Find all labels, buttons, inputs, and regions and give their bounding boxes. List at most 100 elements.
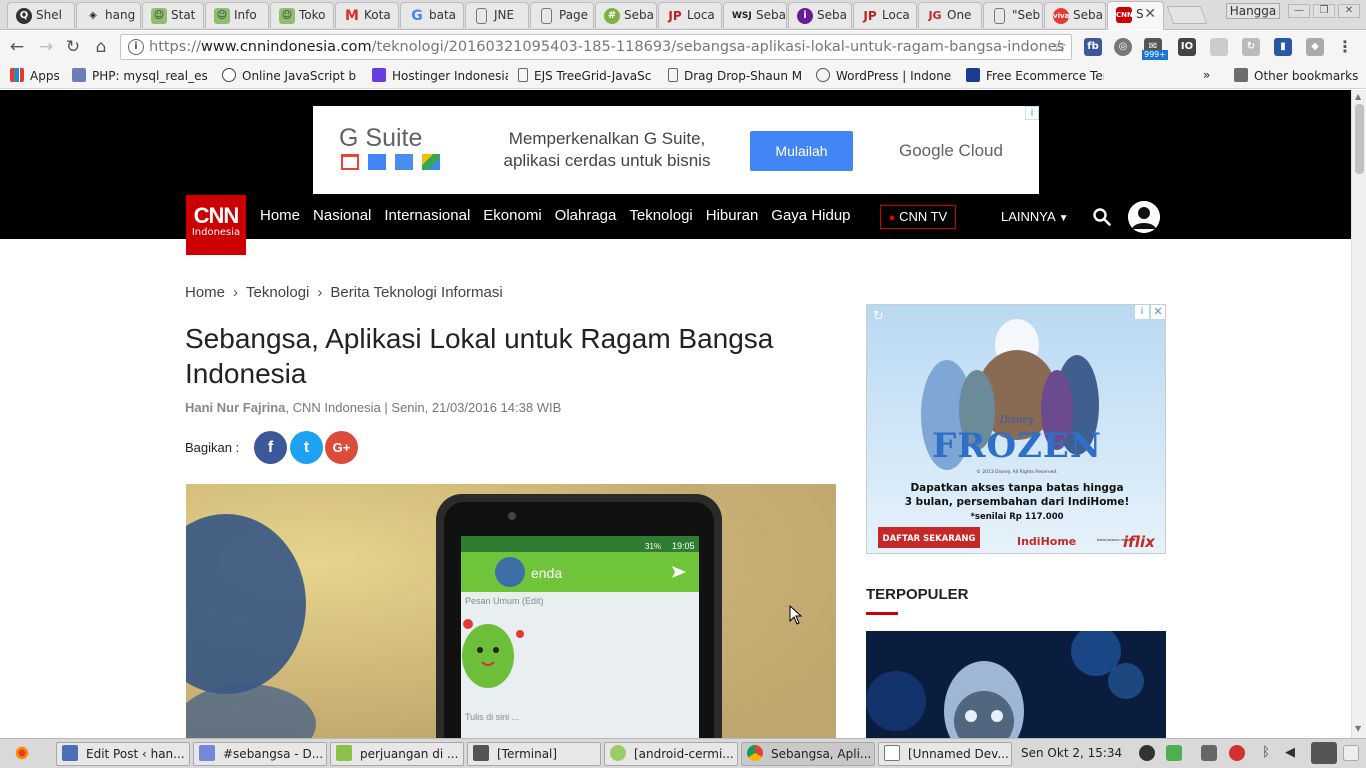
nav-item-olahraga[interactable]: Olahraga	[555, 207, 617, 224]
side-banner-ad[interactable]: Disney FROZEN © 2013 Disney. All Rights …	[866, 304, 1166, 554]
site-info-icon[interactable]: i	[128, 39, 144, 55]
google-plus-share-button[interactable]: G+	[325, 431, 358, 464]
nav-item-teknologi[interactable]: Teknologi	[629, 207, 692, 224]
back-arrow-icon[interactable]: ←	[7, 37, 27, 57]
browser-tab-10[interactable]: # Seba	[595, 2, 657, 28]
ad-cta-button[interactable]: Mulailah	[750, 131, 853, 171]
ad-close-icon[interactable]: ✕	[1151, 305, 1165, 319]
browser-tab-14[interactable]: JP Loca	[853, 2, 917, 28]
nav-item-home[interactable]: Home	[260, 207, 300, 224]
task-perjuangan[interactable]: perjuangan di ...	[330, 742, 464, 766]
shield-extension-icon[interactable]: ◆	[1306, 38, 1324, 56]
browser-tab-17[interactable]: viva Seba	[1044, 2, 1106, 28]
browser-tab-4[interactable]: ☺ Info	[205, 2, 269, 28]
menu-kebab-icon[interactable]: ⋮	[1336, 38, 1354, 56]
browser-tab-6[interactable]: M Kota	[335, 2, 399, 28]
bookmarks-more-button[interactable]: »	[1203, 68, 1217, 84]
page-scrollbar[interactable]: ▲ ▼	[1351, 90, 1366, 738]
discord-tray-icon[interactable]	[1201, 745, 1217, 761]
nav-item-gaya-hidup[interactable]: Gaya Hidup	[771, 207, 850, 224]
cnn-tv-button[interactable]: ● CNN TV	[880, 205, 956, 229]
bookmark-star-icon[interactable]: ☆	[1052, 35, 1067, 59]
nav-item-ekonomi[interactable]: Ekonomi	[483, 207, 541, 224]
ad-info-icon[interactable]: i	[1025, 106, 1039, 120]
maximize-icon[interactable]: ❐	[1313, 4, 1335, 18]
breadcrumb-teknologi[interactable]: Teknologi	[246, 284, 309, 301]
popular-article-image[interactable]	[866, 631, 1166, 738]
task-unnamed-dev[interactable]: [Unnamed Dev...	[878, 742, 1012, 766]
browser-tab-11[interactable]: JP Loca	[658, 2, 722, 28]
browser-tab-9[interactable]: Page	[530, 2, 594, 28]
task-discord[interactable]: #sebangsa - D...	[193, 742, 327, 766]
bookmark-js-beautifier[interactable]: Online JavaScript be	[222, 68, 356, 84]
bookmark-drag-drop[interactable]: Drag Drop-Shaun Mc	[668, 68, 802, 84]
author-name[interactable]: Hani Nur Fajrina	[185, 400, 285, 415]
task-android-mirror[interactable]: [android-cermi...	[604, 742, 738, 766]
close-tab-icon[interactable]: ✕	[1144, 6, 1156, 22]
bookmark-ejs-treegrid[interactable]: EJS TreeGrid-JavaScr	[518, 68, 652, 84]
reload-icon[interactable]: ↻	[63, 37, 83, 57]
globe-extension-icon[interactable]: ◎	[1114, 38, 1132, 56]
system-monitor-icon[interactable]	[1166, 745, 1182, 761]
other-bookmarks[interactable]: Other bookmarks	[1234, 68, 1359, 84]
bookmark-wordpress[interactable]: WordPress | Indones	[816, 68, 952, 84]
browser-tab-7[interactable]: G bata	[400, 2, 464, 28]
browser-tab-active[interactable]: CNN S ✕	[1107, 1, 1164, 30]
nav-item-nasional[interactable]: Nasional	[313, 207, 371, 224]
show-desktop-icon[interactable]	[1343, 745, 1359, 761]
close-window-icon[interactable]: ✕	[1338, 4, 1360, 18]
browser-tab-13[interactable]: i Seba	[788, 2, 852, 28]
user-account-icon[interactable]	[1128, 201, 1160, 233]
io-extension-icon[interactable]: IO	[1178, 38, 1196, 56]
nav-item-internasional[interactable]: Internasional	[384, 207, 470, 224]
cnn-logo[interactable]: CNN Indonesia	[186, 195, 246, 255]
ad-replay-icon[interactable]: ↻	[873, 309, 884, 324]
more-menu-button[interactable]: LAINNYA ▼	[1001, 209, 1068, 224]
facebook-share-button[interactable]: f	[254, 431, 287, 464]
refresh-extension-icon[interactable]: ↻	[1242, 38, 1260, 56]
top-banner-ad[interactable]: G Suite Memperkenalkan G Suite, aplikasi…	[313, 106, 1039, 194]
browser-tab-16[interactable]: "Seb	[983, 2, 1043, 28]
task-chrome-active[interactable]: Sebangsa, Apli...	[741, 742, 875, 766]
browser-tab-12[interactable]: WSJ Seba	[723, 2, 787, 28]
new-tab-button[interactable]	[1166, 6, 1208, 24]
ad-info-icon[interactable]: i	[1135, 305, 1149, 319]
browser-tab-15[interactable]: JG One	[918, 2, 982, 28]
facebook-extension-icon[interactable]: fb	[1084, 38, 1102, 56]
bookmark-hostinger[interactable]: Hostinger Indonesia	[372, 68, 508, 84]
color-picker-icon[interactable]	[1311, 742, 1337, 764]
gray-extension-icon[interactable]	[1210, 38, 1228, 56]
profile-button[interactable]: Hangga	[1226, 3, 1280, 19]
nav-item-hiburan[interactable]: Hiburan	[706, 207, 759, 224]
twitter-share-button[interactable]: t	[290, 431, 323, 464]
bookmark-apps[interactable]: Apps	[10, 68, 70, 84]
bookmark-php[interactable]: PHP: mysql_real_esc	[72, 68, 208, 84]
breadcrumb-berita[interactable]: Berita Teknologi Informasi	[330, 284, 502, 301]
bluetooth-icon[interactable]: ᛒ	[1258, 745, 1274, 761]
browser-tab-3[interactable]: ☺ Stat	[142, 2, 204, 28]
search-icon[interactable]	[1093, 208, 1111, 226]
start-menu-icon[interactable]	[14, 745, 30, 761]
volume-icon[interactable]: ◀	[1282, 745, 1298, 761]
browser-tab-1[interactable]: Q Shel	[7, 2, 75, 28]
home-icon[interactable]: ⌂	[91, 37, 111, 57]
bookmark-extension-icon[interactable]: ▮	[1274, 38, 1292, 56]
scroll-up-icon[interactable]: ▲	[1355, 92, 1361, 101]
scrollbar-thumb[interactable]	[1355, 104, 1364, 174]
task-edit-post[interactable]: Edit Post ‹ han...	[56, 742, 190, 766]
forward-arrow-icon[interactable]: →	[36, 37, 56, 57]
browser-tab-8[interactable]: JNE	[465, 2, 529, 28]
scroll-down-icon[interactable]: ▼	[1355, 724, 1361, 733]
network-error-icon[interactable]	[1229, 745, 1245, 761]
task-terminal[interactable]: [Terminal]	[467, 742, 601, 766]
tab-label: Seba	[624, 8, 654, 22]
bookmark-ecommerce[interactable]: Free Ecommerce Ter	[966, 68, 1104, 84]
browser-tab-2[interactable]: ◈ hang	[76, 2, 141, 28]
cpu-monitor-icon[interactable]	[1139, 745, 1155, 761]
bookmark-label: Online JavaScript be	[242, 69, 356, 83]
minimize-icon[interactable]: —	[1288, 4, 1310, 18]
breadcrumb-home[interactable]: Home	[185, 284, 225, 301]
browser-tab-5[interactable]: ☺ Toko	[270, 2, 334, 28]
system-clock[interactable]: Sen Okt 2, 15:34	[1021, 746, 1122, 760]
address-bar[interactable]: i https://www.cnnindonesia.com/teknologi…	[120, 34, 1072, 60]
